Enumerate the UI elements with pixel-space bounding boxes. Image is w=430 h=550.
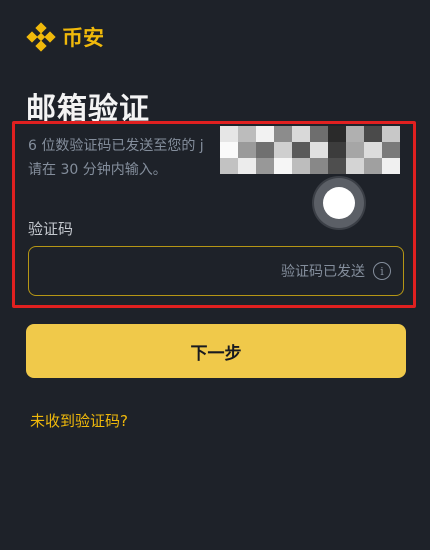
code-field-label: 验证码: [28, 220, 74, 238]
info-icon[interactable]: i: [373, 262, 391, 280]
binance-logo-icon: [26, 22, 56, 52]
description-line-1: 6 位数验证码已发送至您的 j: [28, 138, 204, 154]
brand-logo: 币安: [26, 22, 104, 52]
verification-code-input[interactable]: [29, 261, 281, 281]
code-sent-status: 验证码已发送: [281, 264, 365, 280]
verification-description: 6 位数验证码已发送至您的 j 请在 30 分钟内输入。: [28, 134, 204, 182]
verification-code-field[interactable]: 验证码已发送 i: [28, 246, 404, 296]
brand-name: 币安: [62, 26, 104, 50]
resend-code-link[interactable]: 未收到验证码?: [30, 410, 128, 431]
redacted-email-mosaic: [220, 126, 400, 174]
page-title: 邮箱验证: [26, 92, 150, 127]
next-step-button[interactable]: 下一步: [26, 324, 406, 378]
touch-indicator: [314, 178, 364, 228]
description-line-2: 请在 30 分钟内输入。: [28, 162, 167, 178]
